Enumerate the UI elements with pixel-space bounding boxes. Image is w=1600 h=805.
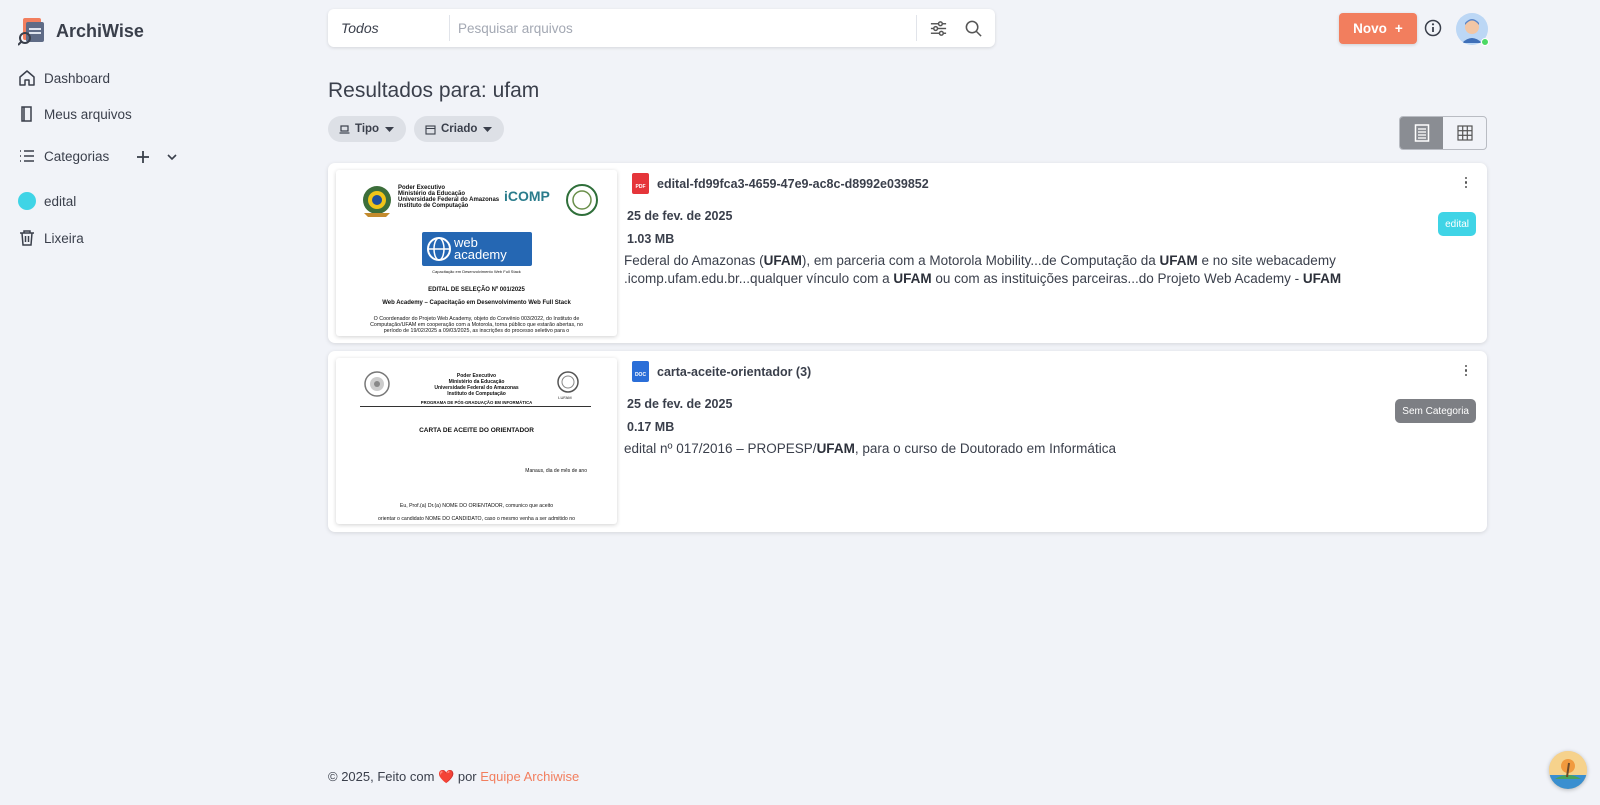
more-options-icon[interactable] [1465, 177, 1469, 189]
filter-label: Criado [441, 123, 478, 135]
sidebar: ArchiWise Dashboard Meus arquivos Catego… [0, 0, 300, 805]
categories-actions [136, 150, 178, 164]
search-bar: Todos [328, 9, 995, 47]
file-date: 25 de fev. de 2025 [627, 209, 733, 223]
trash-icon [20, 230, 34, 246]
brazil-coat-of-arms-icon [363, 186, 391, 217]
archiwise-logo-icon [17, 16, 48, 46]
caret-down-icon [385, 126, 395, 132]
category-badge[interactable]: edital [1438, 212, 1476, 236]
calendar-icon [425, 124, 436, 135]
ufam-seal-icon [557, 371, 579, 393]
sidebar-item-dashboard[interactable]: Dashboard [18, 69, 110, 87]
search-snippet: edital nº 017/2016 – PROPESP/UFAM, para … [624, 441, 1116, 456]
file-icon [21, 106, 32, 122]
laptop-icon [339, 124, 350, 134]
grid-view-icon [1456, 125, 1473, 141]
info-icon[interactable] [1424, 19, 1442, 37]
file-card[interactable]: Poder Executivo Ministério da Educação U… [328, 163, 1487, 343]
home-icon [19, 70, 35, 86]
pdf-file-icon: PDF [632, 173, 649, 194]
category-color-dot [18, 192, 36, 210]
search-input[interactable] [450, 20, 916, 36]
doc-file-icon: DOC [632, 361, 649, 382]
sidebar-item-edital[interactable]: edital [18, 192, 76, 210]
list-view-button[interactable] [1400, 117, 1443, 149]
heart-icon: ❤️ [438, 769, 455, 784]
caret-down-icon [483, 126, 493, 132]
sidebar-item-label: Meus arquivos [44, 106, 132, 122]
new-button[interactable]: Novo + [1339, 13, 1417, 44]
file-thumbnail[interactable]: Poder Executivo Ministério da Educação U… [336, 170, 617, 336]
results-title: Resultados para: ufam [328, 79, 540, 102]
app-name: ArchiWise [56, 20, 144, 41]
beach-island-icon [1549, 751, 1587, 789]
list-icon [20, 150, 34, 162]
sidebar-item-label: Categorias [44, 148, 110, 164]
filter-label: Tipo [355, 123, 380, 135]
brand[interactable]: ArchiWise [17, 16, 144, 46]
plus-icon: + [1394, 21, 1403, 36]
filter-created[interactable]: Criado [414, 116, 505, 142]
user-avatar[interactable] [1456, 13, 1489, 46]
file-name[interactable]: DOC carta-aceite-orientador (3) [632, 361, 811, 382]
filter-type[interactable]: Tipo [328, 116, 407, 142]
sidebar-item-label: edital [44, 193, 77, 209]
sidebar-item-my-files[interactable]: Meus arquivos [18, 105, 132, 123]
list-view-icon [1414, 124, 1429, 142]
sidebar-item-categories[interactable]: Categorias [18, 147, 109, 165]
web-academy-logo: web academy [422, 232, 532, 266]
footer-by: por [457, 769, 477, 784]
category-badge[interactable]: Sem Categoria [1395, 399, 1476, 423]
online-status-indicator [1481, 38, 1489, 46]
grid-view-button[interactable] [1443, 117, 1486, 149]
chevron-down-icon[interactable] [166, 151, 178, 163]
ufam-seal-icon [566, 184, 598, 216]
sidebar-item-label: Lixeira [44, 230, 84, 246]
footer: © 2025, Feito com ❤️ por Equipe Archiwis… [328, 769, 579, 785]
search-scope-select[interactable]: Todos [328, 15, 450, 41]
new-button-label: Novo [1353, 21, 1387, 36]
team-link[interactable]: Equipe Archiwise [480, 769, 579, 784]
view-toggle [1399, 116, 1487, 150]
floating-assistant-button[interactable] [1549, 751, 1587, 789]
footer-text: © 2025, Feito com [328, 769, 435, 784]
file-size: 0.17 MB [627, 420, 675, 434]
file-date: 25 de fev. de 2025 [627, 397, 733, 411]
search-icon[interactable] [964, 19, 983, 38]
sidebar-item-label: Dashboard [44, 70, 111, 86]
file-card[interactable]: Poder Executivo Ministério da Educação U… [328, 351, 1487, 532]
search-tools [916, 15, 995, 41]
file-size: 1.03 MB [627, 232, 675, 246]
sidebar-item-trash[interactable]: Lixeira [18, 229, 84, 247]
filter-sliders-icon[interactable] [929, 19, 948, 38]
add-category-icon[interactable] [136, 150, 150, 164]
file-name[interactable]: PDF edital-fd99fca3-4659-47e9-ac8c-d8992… [632, 173, 929, 194]
file-thumbnail[interactable]: Poder Executivo Ministério da Educação U… [336, 358, 617, 524]
search-snippet: Federal do Amazonas (UFAM), em parceria … [624, 253, 1342, 286]
icomp-logo: iCOMP [504, 188, 550, 204]
more-options-icon[interactable] [1465, 365, 1469, 377]
